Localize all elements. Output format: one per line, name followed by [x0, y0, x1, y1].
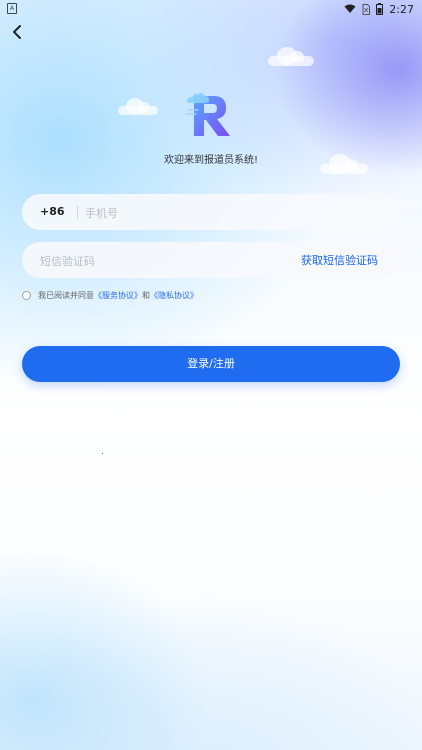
login-register-button[interactable]: 登录/注册	[22, 346, 400, 382]
wifi-icon	[344, 4, 356, 13]
agreement-radio[interactable]	[22, 290, 31, 300]
country-code[interactable]: +86	[40, 205, 65, 218]
phone-input[interactable]: 手机号	[85, 205, 118, 221]
status-bar: A 2:27	[0, 0, 422, 18]
speck	[102, 453, 103, 454]
divider	[77, 206, 78, 219]
cloud-decoration	[268, 47, 314, 66]
agreement-and: 和	[142, 290, 150, 300]
status-icons: 2:27	[344, 1, 414, 17]
battery-icon	[376, 3, 384, 15]
status-time: 2:27	[389, 2, 414, 16]
sms-code-field[interactable]: 短信验证码 获取短信验证码	[22, 242, 400, 278]
phone-field[interactable]: +86 手机号	[22, 194, 400, 230]
sim-icon	[362, 3, 371, 15]
agreement-prefix: 我已阅读并同意	[38, 290, 94, 300]
welcome-text: 欢迎来到报道员系统!	[163, 155, 258, 166]
service-agreement-link[interactable]: 《服务协议》	[94, 290, 142, 301]
app-logo	[185, 92, 230, 136]
app-notification-icon: A	[7, 3, 17, 14]
get-code-button[interactable]: 获取短信验证码	[301, 252, 378, 268]
agreement-row: 我已阅读并同意 《服务协议》 和 《隐私协议》	[22, 288, 198, 302]
chevron-left-icon[interactable]	[8, 22, 28, 42]
cloud-decoration	[118, 98, 158, 115]
privacy-agreement-link[interactable]: 《隐私协议》	[150, 290, 198, 301]
sms-code-input[interactable]: 短信验证码	[40, 253, 95, 269]
